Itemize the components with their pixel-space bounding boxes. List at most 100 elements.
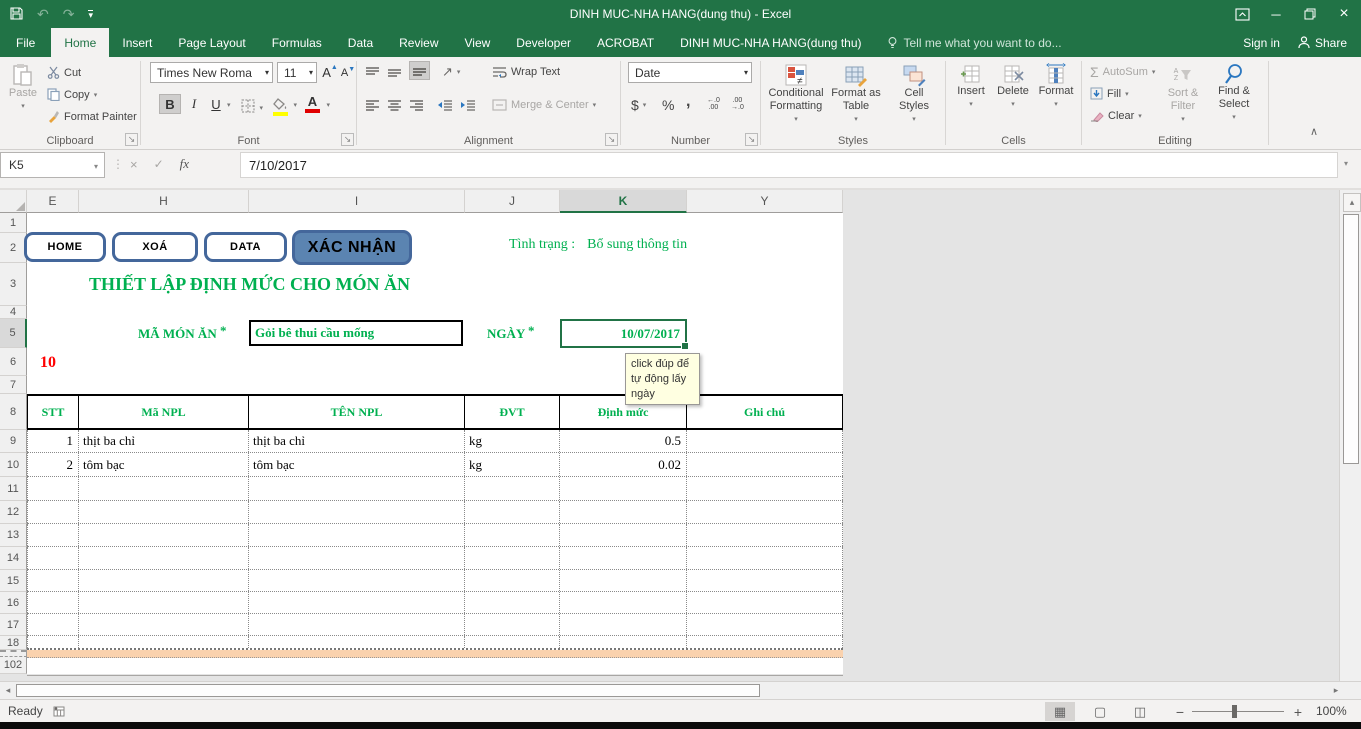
table-row-empty[interactable] <box>27 614 843 636</box>
cut-button[interactable]: Cut <box>44 62 84 83</box>
font-color-button[interactable]: A ▾ <box>305 93 320 113</box>
table-row-empty[interactable] <box>27 570 843 592</box>
zoom-slider-track[interactable] <box>1192 711 1284 712</box>
decrease-indent-button[interactable] <box>437 96 453 114</box>
clipboard-dialog-launcher-icon[interactable]: ↘ <box>125 133 138 146</box>
column-header-H[interactable]: H <box>79 190 249 213</box>
font-name-combobox[interactable]: Times New Roma▾ <box>150 62 273 83</box>
row-header-4[interactable]: 4 <box>0 306 27 319</box>
view-page-break-button[interactable]: ◫ <box>1125 702 1155 721</box>
tab-insert[interactable]: Insert <box>109 28 165 57</box>
bold-button[interactable]: B <box>159 94 181 114</box>
align-top-button[interactable] <box>365 64 380 82</box>
increase-decimal-button[interactable]: ←.0 .00 <box>707 97 720 111</box>
zoom-level[interactable]: 100% <box>1316 704 1347 718</box>
minimize-button[interactable]: ─ <box>1259 0 1293 28</box>
align-right-button[interactable] <box>409 96 424 114</box>
column-header-J[interactable]: J <box>465 190 560 213</box>
merge-center-button[interactable]: Merge & Center ▾ <box>489 94 599 115</box>
share-button[interactable]: Share <box>1298 36 1347 50</box>
home-button[interactable]: HOME <box>24 232 106 262</box>
insert-function-icon[interactable]: fx <box>180 156 189 172</box>
zoom-out-button[interactable]: − <box>1172 702 1188 721</box>
number-format-combobox[interactable]: Date▾ <box>628 62 752 83</box>
table-row-empty[interactable] <box>27 547 843 570</box>
font-dialog-launcher-icon[interactable]: ↘ <box>341 133 354 146</box>
tab-view[interactable]: View <box>452 28 504 57</box>
row-header-3[interactable]: 3 <box>0 263 27 306</box>
row-header-14[interactable]: 14 <box>0 547 27 570</box>
tab-file[interactable]: File <box>0 28 51 57</box>
fill-handle[interactable] <box>681 342 689 350</box>
underline-dropdown-icon[interactable]: ▾ <box>227 101 231 109</box>
xoa-button[interactable]: XOÁ <box>112 232 198 262</box>
row-header-5-selected[interactable]: 5 <box>0 319 27 348</box>
table-row-empty[interactable] <box>27 636 843 650</box>
align-center-button[interactable] <box>387 96 402 114</box>
tab-acrobat[interactable]: ACROBAT <box>584 28 667 57</box>
decrease-decimal-button[interactable]: .00 →.0 <box>731 97 744 111</box>
macro-record-icon[interactable] <box>52 703 66 718</box>
hidden-rows-gutter[interactable] <box>0 650 27 657</box>
view-page-layout-button[interactable]: ▢ <box>1085 702 1115 721</box>
name-box-dropdown-icon[interactable]: ▾ <box>94 162 98 171</box>
align-middle-button[interactable] <box>387 64 402 82</box>
row-header-11[interactable]: 11 <box>0 477 27 501</box>
format-painter-button[interactable]: Format Painter <box>44 106 140 127</box>
ma-mon-an-input[interactable]: Gỏi bê thui cầu mống <box>249 320 463 346</box>
table-row-empty[interactable] <box>27 501 843 524</box>
row-header-8[interactable]: 8 <box>0 394 27 430</box>
name-box[interactable]: K5 ▾ <box>0 152 105 178</box>
find-select-button[interactable]: Find & Select▾ <box>1210 59 1258 124</box>
formula-bar-separator[interactable]: ⋮ <box>112 157 124 171</box>
column-header-Y[interactable]: Y <box>687 190 843 213</box>
alignment-dialog-launcher-icon[interactable]: ↘ <box>605 133 618 146</box>
cell-styles-button[interactable]: Cell Styles▾ <box>887 59 941 126</box>
number-dialog-launcher-icon[interactable]: ↘ <box>745 133 758 146</box>
column-header-K-selected[interactable]: K <box>560 190 687 213</box>
table-row-empty[interactable] <box>27 592 843 614</box>
format-as-table-button[interactable]: Format as Table▾ <box>827 59 885 126</box>
table-row-empty[interactable] <box>27 524 843 547</box>
column-header-E[interactable]: E <box>27 190 79 213</box>
row-102-strip[interactable] <box>27 658 843 676</box>
wrap-text-button[interactable]: Wrap Text <box>489 61 563 82</box>
cancel-entry-icon[interactable]: × <box>130 157 138 172</box>
tab-developer[interactable]: Developer <box>503 28 584 57</box>
format-cells-button[interactable]: Format▾ <box>1035 59 1077 111</box>
row-header-6[interactable]: 6 <box>0 348 27 376</box>
tell-me-box[interactable]: Tell me what you want to do... <box>875 28 1074 57</box>
tab-review[interactable]: Review <box>386 28 451 57</box>
view-normal-button[interactable]: ▦ <box>1045 702 1075 721</box>
fill-button[interactable]: Fill▾ <box>1087 83 1132 104</box>
data-button[interactable]: DATA <box>204 232 287 262</box>
accounting-format-button[interactable]: $▾ <box>628 94 649 115</box>
row-header-17[interactable]: 17 <box>0 614 27 636</box>
column-header-I[interactable]: I <box>249 190 465 213</box>
row-header-1[interactable]: 1 <box>0 213 27 233</box>
clear-button[interactable]: Clear▾ <box>1087 105 1145 126</box>
scroll-up-icon[interactable]: ▴ <box>1343 193 1361 212</box>
row-header-12[interactable]: 12 <box>0 501 27 524</box>
italic-button[interactable]: I <box>183 94 205 114</box>
row-header-9[interactable]: 9 <box>0 430 27 453</box>
underline-button[interactable]: U <box>205 94 227 114</box>
paste-button[interactable]: Paste ▾ <box>4 59 42 113</box>
vertical-scrollbar[interactable]: ▴ <box>1339 190 1361 681</box>
vertical-scroll-thumb[interactable] <box>1343 214 1359 464</box>
row-header-13[interactable]: 13 <box>0 524 27 547</box>
borders-button[interactable]: ▾ <box>241 97 263 115</box>
scroll-left-icon[interactable]: ◂ <box>2 684 14 697</box>
sign-in-link[interactable]: Sign in <box>1243 36 1280 50</box>
selected-cell-K5[interactable]: 10/07/2017 <box>560 319 687 348</box>
row-header-7[interactable]: 7 <box>0 376 27 394</box>
row-header-18[interactable]: 18 <box>0 636 27 650</box>
percent-style-button[interactable]: % <box>659 94 677 115</box>
scroll-right-icon[interactable]: ▸ <box>1330 684 1342 697</box>
tab-formulas[interactable]: Formulas <box>259 28 335 57</box>
table-row-empty[interactable] <box>27 477 843 501</box>
row-header-2[interactable]: 2 <box>0 233 27 263</box>
fill-color-button[interactable]: ▾ <box>273 95 288 116</box>
font-size-combobox[interactable]: 11▾ <box>277 62 317 83</box>
xac-nhan-button[interactable]: XÁC NHẬN <box>292 230 412 265</box>
